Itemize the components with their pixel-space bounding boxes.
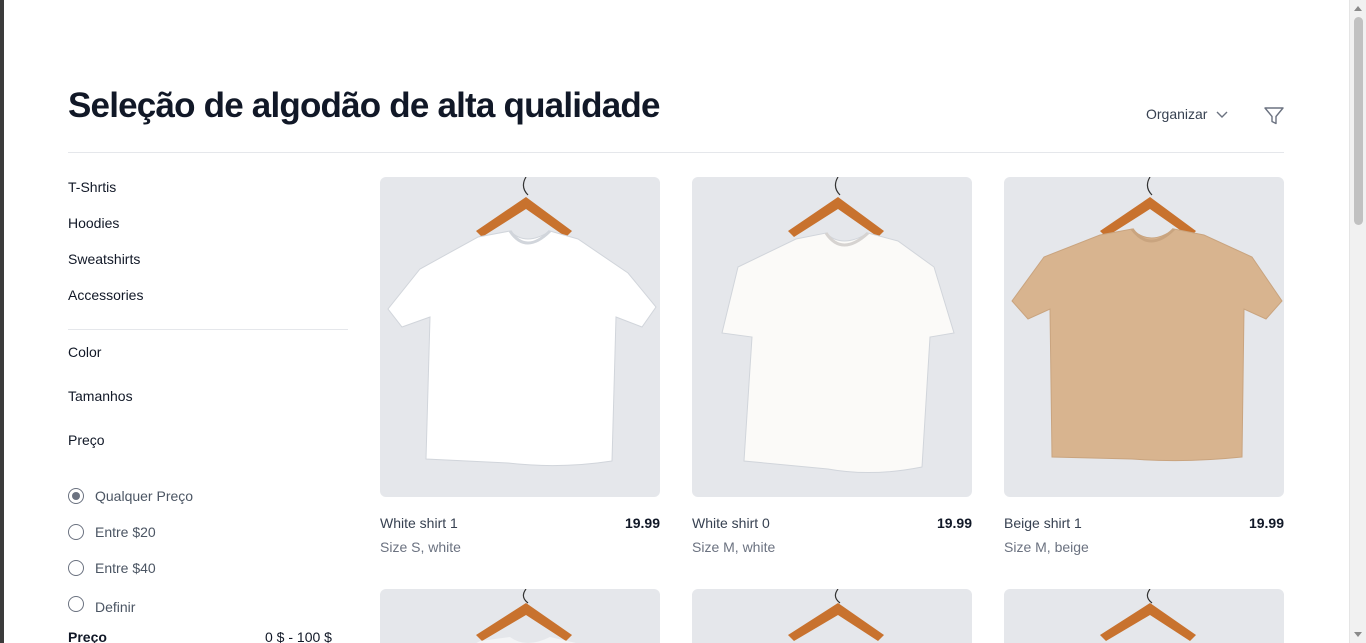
price-option-custom[interactable]: Definir (68, 596, 136, 615)
scroll-up-arrow-icon[interactable] (1354, 6, 1362, 11)
product-card[interactable] (692, 589, 972, 643)
shirt-illustration (1100, 589, 1196, 641)
product-price: 19.99 (624, 515, 660, 531)
page-title: Seleção de algodão de alta qualidade (68, 86, 660, 125)
product-card[interactable]: White shirt 1 19.99 Size S, white (380, 177, 660, 555)
product-image (380, 177, 660, 497)
product-price: 19.99 (936, 515, 972, 531)
price-option-label: Entre $40 (95, 560, 156, 576)
filter-price[interactable]: Preço (68, 432, 105, 448)
price-option-40[interactable]: Entre $40 (68, 560, 156, 576)
shirt-illustration (788, 589, 884, 641)
product-card[interactable]: White shirt 0 19.99 Size M, white (692, 177, 972, 555)
chevron-down-icon (1216, 111, 1228, 118)
product-card[interactable] (380, 589, 660, 643)
shirt-illustration (387, 177, 657, 467)
category-hoodies[interactable]: Hoodies (68, 215, 119, 231)
radio-button[interactable] (68, 524, 84, 540)
radio-button[interactable] (68, 488, 84, 504)
shirt-illustration (721, 177, 955, 474)
product-description: Size S, white (380, 539, 461, 555)
filter-sizes[interactable]: Tamanhos (68, 388, 133, 404)
product-image (1004, 177, 1284, 497)
filter-color[interactable]: Color (68, 344, 101, 360)
vertical-scrollbar[interactable] (1349, 0, 1366, 643)
window-frame (0, 0, 4, 643)
scroll-down-arrow-icon[interactable] (1354, 632, 1362, 637)
product-name[interactable]: White shirt 0 (692, 515, 770, 531)
filter-icon[interactable] (1263, 105, 1285, 127)
product-price: 19.99 (1248, 515, 1284, 531)
product-name[interactable]: Beige shirt 1 (1004, 515, 1082, 531)
category-accessories[interactable]: Accessories (68, 287, 143, 303)
product-name[interactable]: White shirt 1 (380, 515, 458, 531)
price-option-label: Definir (95, 599, 136, 615)
sidebar-divider (68, 329, 348, 330)
radio-button[interactable] (68, 596, 84, 612)
category-sweatshirts[interactable]: Sweatshirts (68, 251, 140, 267)
price-range-value: 0 $ - 100 $ (265, 629, 332, 643)
product-description: Size M, beige (1004, 539, 1089, 555)
price-range-label: Preço (68, 629, 107, 643)
category-tshirts[interactable]: T-Shrtis (68, 179, 116, 195)
price-option-label: Qualquer Preço (95, 488, 194, 504)
sort-label: Organizar (1146, 106, 1208, 122)
header-divider (68, 152, 1284, 153)
radio-button[interactable] (68, 560, 84, 576)
shirt-illustration (476, 589, 576, 643)
product-card[interactable] (1004, 589, 1284, 643)
product-card[interactable]: Beige shirt 1 19.99 Size M, beige (1004, 177, 1284, 555)
sort-button[interactable]: Organizar (1146, 106, 1229, 122)
price-option-20[interactable]: Entre $20 (68, 524, 156, 540)
product-image (692, 177, 972, 497)
price-option-any[interactable]: Qualquer Preço (68, 488, 193, 504)
scrollbar-thumb[interactable] (1354, 17, 1363, 225)
product-description: Size M, white (692, 539, 776, 555)
shirt-illustration (1011, 177, 1283, 462)
price-option-label: Entre $20 (95, 524, 156, 540)
